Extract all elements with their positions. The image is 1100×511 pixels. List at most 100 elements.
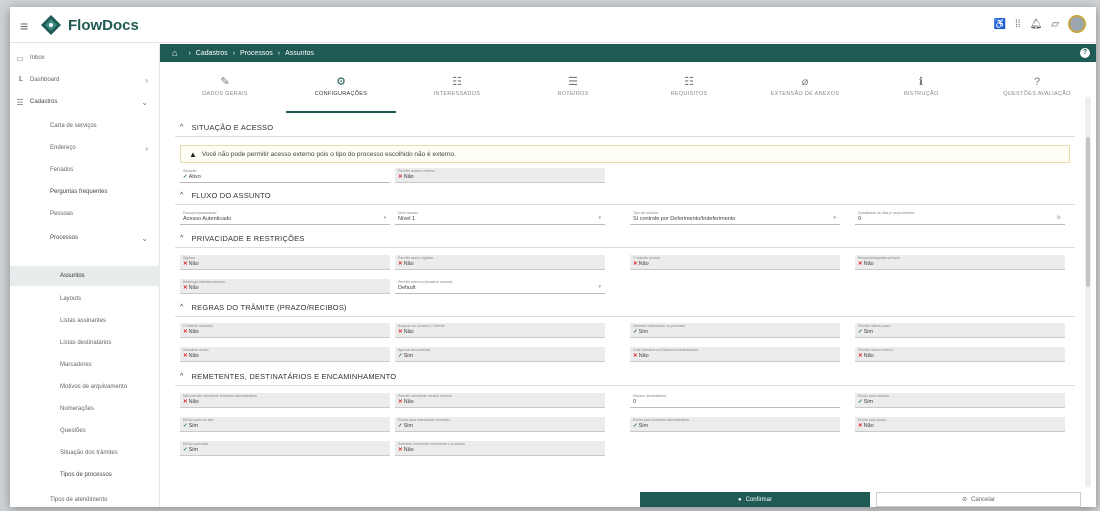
scrollbar-thumb[interactable] — [1086, 137, 1090, 287]
tab-instrucao[interactable]: ℹ INSTRUÇÃO — [866, 75, 976, 113]
chevron-up-icon: ^ — [180, 124, 184, 131]
field-tramite-privado[interactable]: 1º trâmite privado ✕Não — [630, 255, 840, 270]
caret-down-icon: ▾ — [383, 215, 386, 221]
breadcrumb-item[interactable]: Assuntos — [285, 50, 314, 57]
sidebar-item-situacao-tramites[interactable]: Situação dos trâmites — [10, 443, 160, 463]
field-anexo-sigiloso[interactable]: Permitir anexo sigiloso ✕Não — [395, 255, 605, 270]
sidebar-item-label: Listas destinatários — [60, 340, 112, 346]
sidebar-item-feriados[interactable]: Feriados — [10, 160, 160, 180]
sidebar-item-carta-servicos[interactable]: Carta de serviços — [10, 116, 160, 136]
home-icon[interactable]: ⌂ — [172, 48, 177, 58]
field-enviar-lista[interactable]: Enviar para lista ✓Sim — [180, 441, 390, 456]
sidebar-item-pessoas[interactable]: Pessoas — [10, 204, 160, 224]
field-permitir-remetente-externo[interactable]: Permitir remetente usuário externo ✕Não — [395, 393, 605, 408]
field-value: Não — [403, 329, 414, 335]
section-header-fluxo[interactable]: ^ FLUXO DO ASSUNTO — [180, 191, 271, 200]
scrollbar[interactable] — [1085, 97, 1091, 487]
breadcrumb-item[interactable]: Cadastros — [196, 50, 228, 57]
help-icon[interactable]: ? — [1080, 48, 1090, 58]
chat-icon[interactable]: ▱ — [1051, 19, 1059, 30]
bell-icon[interactable]: 🔔︎ — [1030, 19, 1043, 30]
field-tipo-controle[interactable]: Tipo de controle Sí controle por Deferime… — [630, 210, 840, 225]
field-tramite-assinado[interactable]: 1º trâmite assinado ✕Não — [180, 323, 390, 338]
field-permitir-anexo-externo[interactable]: Permitir anexo externo ✕Não — [855, 347, 1065, 362]
sidebar-item-perguntas[interactable]: Perguntas frequentes — [10, 182, 160, 202]
tab-configuracoes[interactable]: ⚙ CONFIGURAÇÕES — [286, 75, 396, 113]
menu-icon[interactable]: ≡ — [20, 18, 28, 34]
sidebar-item-listas-destinatarios[interactable]: Listas destinatários — [10, 333, 160, 353]
accessibility-icon[interactable]: ♿ — [994, 19, 1006, 30]
divider — [175, 385, 1075, 386]
chart-icon: ╙ — [17, 75, 23, 85]
x-icon: ✕ — [633, 261, 638, 267]
tab-roteiros[interactable]: ☰ ROTEIROS — [518, 75, 628, 113]
avatar[interactable] — [1068, 15, 1086, 33]
field-value: Não — [638, 261, 649, 267]
app-logo[interactable]: FlowDocs — [40, 14, 139, 36]
sidebar-item-inbox[interactable]: ▭ Inbox — [10, 48, 160, 68]
tab-extensao-anexos[interactable]: ⌀ EXTENSÃO DE ANEXOS — [750, 75, 860, 113]
field-enviar-cidadao[interactable]: Enviar para cidadão ✓Sim — [855, 393, 1065, 408]
sidebar-item-label: Questões — [60, 428, 86, 434]
check-icon: ✓ — [633, 329, 638, 335]
tab-interessados[interactable]: ☷ INTERESSADOS — [402, 75, 512, 113]
field-enviar-estrutura[interactable]: Enviar para Estrutura Administrativa ✓Sim — [630, 417, 840, 432]
section-header-situacao[interactable]: ^ SITUAÇÃO E ACESSO — [180, 123, 273, 132]
sidebar-item-motivos-arquivamento[interactable]: Motivos de arquivamento — [10, 377, 160, 397]
section-header-privacidade[interactable]: ^ PRIVACIDADE E RESTRIÇÕES — [180, 234, 305, 243]
section-header-regras[interactable]: ^ REGRAS DO TRÂMITE (PRAZO/RECIBOS) — [180, 303, 347, 312]
field-nao-permitir-remetente[interactable]: Não permitir remetente Estrutura Adminis… — [180, 393, 390, 408]
field-enviar-lote[interactable]: Enviar para um lote ✓Sim — [180, 417, 390, 432]
field-restringir-tramites[interactable]: Restringir trâmites internos ✕Não — [180, 279, 390, 294]
sidebar-item-marcadores[interactable]: Marcadores — [10, 355, 160, 375]
chevron-up-icon: ^ — [180, 373, 184, 380]
field-qtd-dias[interactable]: Quantidade de dias p/ arquivamento 0 ⚙ — [855, 210, 1065, 225]
section-title: PRIVACIDADE E RESTRIÇÕES — [191, 234, 305, 243]
section-header-remetentes[interactable]: ^ REMETENTES, DESTINATÁRIOS E ENCAMINHAME… — [180, 372, 396, 381]
sidebar-item-cadastros[interactable]: ☰ Cadastros ⌄ — [10, 92, 160, 112]
field-enviar-grupo[interactable]: Enviar para grupo ✕Não — [855, 417, 1065, 432]
field-enviar-interessado[interactable]: Enviar para interessado remetido ✓Sim — [395, 417, 605, 432]
sidebar-item-endereco[interactable]: Endereço › — [10, 138, 160, 158]
field-informar-interessado[interactable]: Informar interessado no processo ✓Sim — [630, 323, 840, 338]
field-permitir-prazo[interactable]: Permitir alterar prazo ✓Sim — [855, 323, 1065, 338]
field-visualizar-recibo[interactable]: Visualizar recibo ✕Não — [180, 347, 390, 362]
sidebar-item-assuntos[interactable]: Assuntos — [10, 266, 160, 286]
sidebar-item-tipos-atendimento[interactable]: Tipos de atendimento — [10, 490, 160, 507]
field-fluxo-processamento[interactable]: Fluxo/processamento Acesso Autenticado ▾ — [180, 210, 390, 225]
field-aprovar-documentos[interactable]: Aprovar documentos ✓Sim — [395, 347, 605, 362]
field-resposta-privado[interactable]: Resposta/resposta privado ✕Não — [855, 255, 1065, 270]
sidebar-item-questoes[interactable]: Questões — [10, 421, 160, 441]
field-value: Sim — [863, 399, 874, 405]
sidebar-item-numeracoes[interactable]: Numerações — [10, 399, 160, 419]
field-value: Sim — [403, 423, 414, 429]
tab-requisitos[interactable]: ☷ REQUISITOS — [634, 75, 744, 113]
tab-bar: ✎ DADOS GERAIS ⚙ CONFIGURAÇÕES ☷ INTERESSAD… — [160, 75, 1096, 113]
sidebar-item-processos[interactable]: Processos ⌄ — [10, 228, 160, 248]
breadcrumb-item[interactable]: Processos — [240, 50, 273, 57]
field-acesso-externo[interactable]: Permitir acesso externo ✕Não — [395, 168, 605, 183]
confirm-button[interactable]: ● Confirmar — [640, 492, 870, 507]
apps-grid-icon[interactable]: ⁞⁞ — [1015, 19, 1021, 30]
field-sigiloso[interactable]: Sigiloso ✕Não — [180, 255, 390, 270]
field-permitir-anexos[interactable]: Permitir anexos (visualizar anexos) Defau… — [395, 279, 605, 294]
field-maximo-destinatarios[interactable]: Máximo destinatários 0 — [630, 393, 840, 408]
field-value: Não — [188, 285, 199, 291]
field-criar-estrutura[interactable]: Criar estrutura na Estrutura Administrat… — [630, 347, 840, 362]
cancel-button[interactable]: ⊘ Cancelar — [876, 492, 1081, 507]
breadcrumb: ⌂ › Cadastros › Processos › Assuntos ? — [160, 44, 1096, 62]
field-arquivar-1-tramite[interactable]: Arquivar ao concluir 1º trâmite ✕Não — [395, 323, 605, 338]
checklist-icon: ☷ — [684, 76, 694, 88]
sidebar-item-dashboard[interactable]: ╙ Dashboard › — [10, 70, 160, 90]
tab-dados-gerais[interactable]: ✎ DADOS GERAIS — [170, 75, 280, 113]
field-somente-remetente[interactable]: Somente remetente movimenta o processo ✕N… — [395, 441, 605, 456]
tab-questoes-avaliacao[interactable]: ? QUESTÕES AVALIAÇÃO — [982, 75, 1092, 113]
sidebar-item-tipos-processos[interactable]: Tipos de processos — [10, 465, 160, 485]
field-nivel-acesso[interactable]: Nível acesso Nível 1 ▾ — [395, 210, 605, 225]
info-icon: ℹ — [918, 76, 924, 88]
sidebar-item-listas-assinantes[interactable]: Listas assinantes — [10, 311, 160, 331]
field-value: Default — [398, 285, 416, 291]
chevron-down-icon: ⌄ — [141, 233, 148, 243]
field-situacao[interactable]: Situação ✓Ativo — [180, 168, 390, 183]
sidebar-item-layouts[interactable]: Layouts — [10, 289, 160, 309]
